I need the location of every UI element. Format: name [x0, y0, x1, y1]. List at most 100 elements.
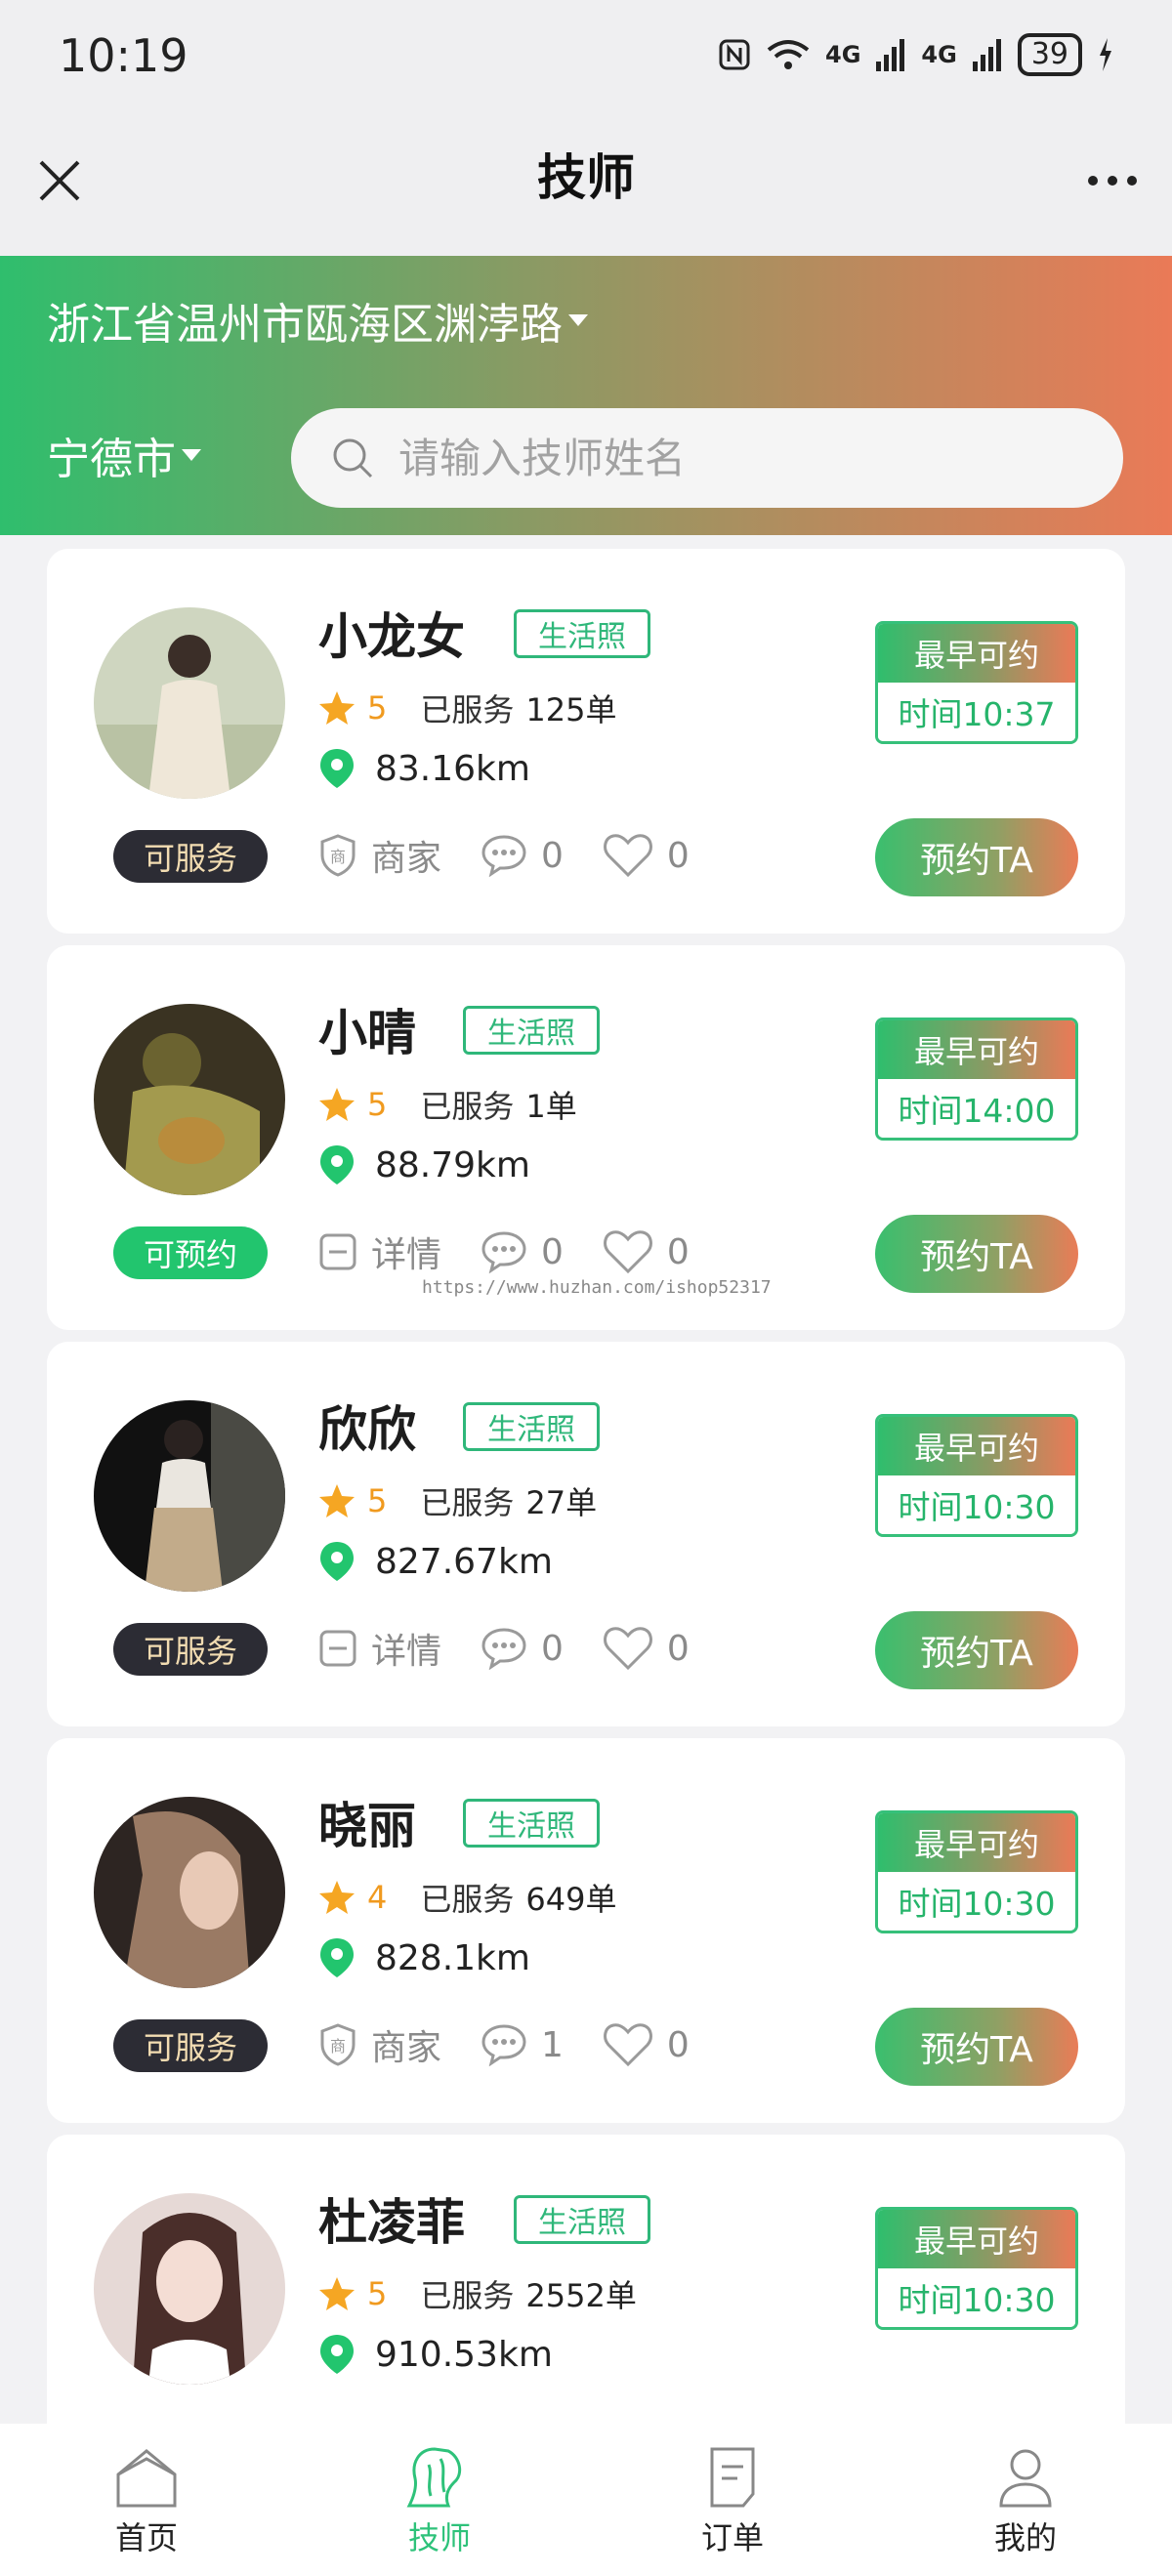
tab-orders-label: 订单	[700, 2519, 764, 2556]
like-button[interactable]: 0	[603, 833, 690, 878]
comments-link[interactable]: 0	[481, 1230, 564, 1273]
comments-link[interactable]: 0	[481, 834, 564, 877]
page-title: 技师	[537, 149, 635, 206]
life-photo-tag[interactable]: 生活照	[514, 609, 650, 658]
tab-home[interactable]: 首页	[0, 2424, 293, 2576]
comment-count: 1	[541, 2024, 564, 2065]
merchant-label: 商家	[371, 839, 442, 879]
nav-bar: 技师	[0, 117, 1172, 256]
life-photo-tag[interactable]: 生活照	[463, 1402, 600, 1451]
bottom-tab-bar: 首页 技师 订单 我的	[0, 2424, 1172, 2576]
like-button[interactable]: 0	[603, 1229, 690, 1274]
served-count: 1单	[525, 1088, 577, 1125]
technician-card[interactable]: 可服务 欣欣 生活照 5 已服务 27单 827.67km 详情 0 0 最早可…	[47, 1342, 1125, 1726]
earliest-label: 最早可约	[878, 624, 1075, 683]
avatar[interactable]	[94, 607, 285, 799]
svg-text:商: 商	[330, 2037, 346, 2056]
served-count: 125单	[525, 691, 617, 728]
more-options-icon[interactable]	[1088, 176, 1137, 186]
details-link[interactable]: 详情	[318, 1623, 441, 1674]
signal-2-icon	[972, 39, 1001, 71]
rating-row: 5 已服务 27单	[318, 1478, 597, 1523]
book-button[interactable]: 预约TA	[875, 2008, 1078, 2086]
earliest-availability: 最早可约 时间14:00	[875, 1018, 1078, 1141]
star-icon	[319, 691, 355, 725]
like-button[interactable]: 0	[603, 2022, 690, 2067]
distance-row: 827.67km	[318, 1541, 553, 1582]
avatar[interactable]	[94, 2193, 285, 2385]
distance-value: 88.79km	[375, 1144, 530, 1185]
book-button[interactable]: 预约TA	[875, 818, 1078, 896]
comment-count: 0	[541, 1628, 564, 1669]
like-button[interactable]: 0	[603, 1626, 690, 1671]
comments-link[interactable]: 0	[481, 1627, 564, 1670]
earliest-label: 最早可约	[878, 1417, 1075, 1475]
life-photo-tag[interactable]: 生活照	[463, 1799, 600, 1848]
tab-technician[interactable]: 技师	[293, 2424, 586, 2576]
status-bar: 10:19 4G 4G 39	[0, 0, 1172, 117]
rating-value: 5	[367, 1086, 388, 1123]
earliest-label: 最早可约	[878, 1020, 1075, 1079]
earliest-time: 时间10:30	[878, 2268, 1075, 2327]
served-label: 已服务	[420, 2277, 515, 2314]
distance-value: 827.67km	[375, 1541, 553, 1582]
search-icon	[333, 438, 373, 478]
technician-name: 晓丽	[318, 1798, 416, 1854]
technician-card[interactable]: 可服务 小龙女 生活照 5 已服务 125单 83.16km 商 商家 0 0	[47, 549, 1125, 934]
heart-icon	[604, 2023, 652, 2067]
like-count: 0	[666, 1231, 690, 1272]
location-pin-icon	[320, 749, 354, 788]
like-count: 0	[666, 835, 690, 876]
technician-icon	[406, 2447, 462, 2508]
book-button[interactable]: 预约TA	[875, 1611, 1078, 1689]
rating-row: 5 已服务 1单	[318, 1082, 577, 1127]
merchant-link[interactable]: 商 商家	[318, 830, 441, 881]
avatar[interactable]	[94, 1400, 285, 1592]
distance-value: 828.1km	[375, 1937, 530, 1978]
rating-row: 5 已服务 2552单	[318, 2271, 637, 2316]
order-icon	[710, 2447, 755, 2508]
details-link[interactable]: 详情	[318, 1226, 441, 1277]
tab-technician-label: 技师	[407, 2519, 471, 2556]
heart-icon	[604, 834, 652, 878]
star-icon	[319, 2277, 355, 2310]
heart-icon	[604, 1627, 652, 1671]
avatar[interactable]	[94, 1797, 285, 1988]
technician-card[interactable]: 可预约 小晴 生活照 5 已服务 1单 88.79km 详情 0 0 最早可约 …	[47, 945, 1125, 1330]
merchant-link[interactable]: 商 商家	[318, 2019, 441, 2070]
served-count: 2552单	[525, 2277, 637, 2314]
comments-link[interactable]: 1	[481, 2023, 564, 2066]
search-bar[interactable]	[291, 408, 1123, 508]
status-time: 10:19	[59, 29, 188, 82]
book-button[interactable]: 预约TA	[875, 1215, 1078, 1293]
tab-mine-label: 我的	[993, 2519, 1057, 2556]
address-selector[interactable]: 浙江省温州市瓯海区渊浡路	[47, 289, 588, 352]
earliest-time: 时间10:30	[878, 1872, 1075, 1931]
battery-indicator: 39	[1017, 33, 1082, 76]
user-icon	[999, 2449, 1052, 2508]
tab-orders[interactable]: 订单	[586, 2424, 879, 2576]
distance-value: 910.53km	[375, 2334, 553, 2375]
caret-down-icon	[568, 314, 588, 326]
technician-card[interactable]: 可服务 晓丽 生活照 4 已服务 649单 828.1km 商 商家 1 0 最…	[47, 1738, 1125, 2123]
life-photo-tag[interactable]: 生活照	[463, 1006, 600, 1055]
distance-row: 88.79km	[318, 1144, 530, 1185]
search-input[interactable]	[398, 434, 984, 482]
city-selector[interactable]: 宁德市	[47, 424, 201, 486]
comment-icon	[481, 1231, 526, 1273]
tab-home-label: 首页	[114, 2519, 178, 2556]
comment-icon	[481, 835, 526, 877]
technician-name: 小龙女	[318, 608, 465, 665]
avatar[interactable]	[94, 1004, 285, 1195]
technician-name: 杜凌菲	[318, 2194, 465, 2251]
meta-row: 详情 0 0	[318, 1623, 729, 1674]
rating-value: 5	[367, 1482, 388, 1519]
distance-value: 83.16km	[375, 748, 530, 789]
rating-value: 5	[367, 689, 388, 727]
served-label: 已服务	[420, 1881, 515, 1918]
life-photo-tag[interactable]: 生活照	[514, 2195, 650, 2244]
rating-value: 5	[367, 2275, 388, 2312]
tab-mine[interactable]: 我的	[879, 2424, 1172, 2576]
earliest-availability: 最早可约 时间10:30	[875, 1414, 1078, 1537]
earliest-availability: 最早可约 时间10:30	[875, 2207, 1078, 2330]
